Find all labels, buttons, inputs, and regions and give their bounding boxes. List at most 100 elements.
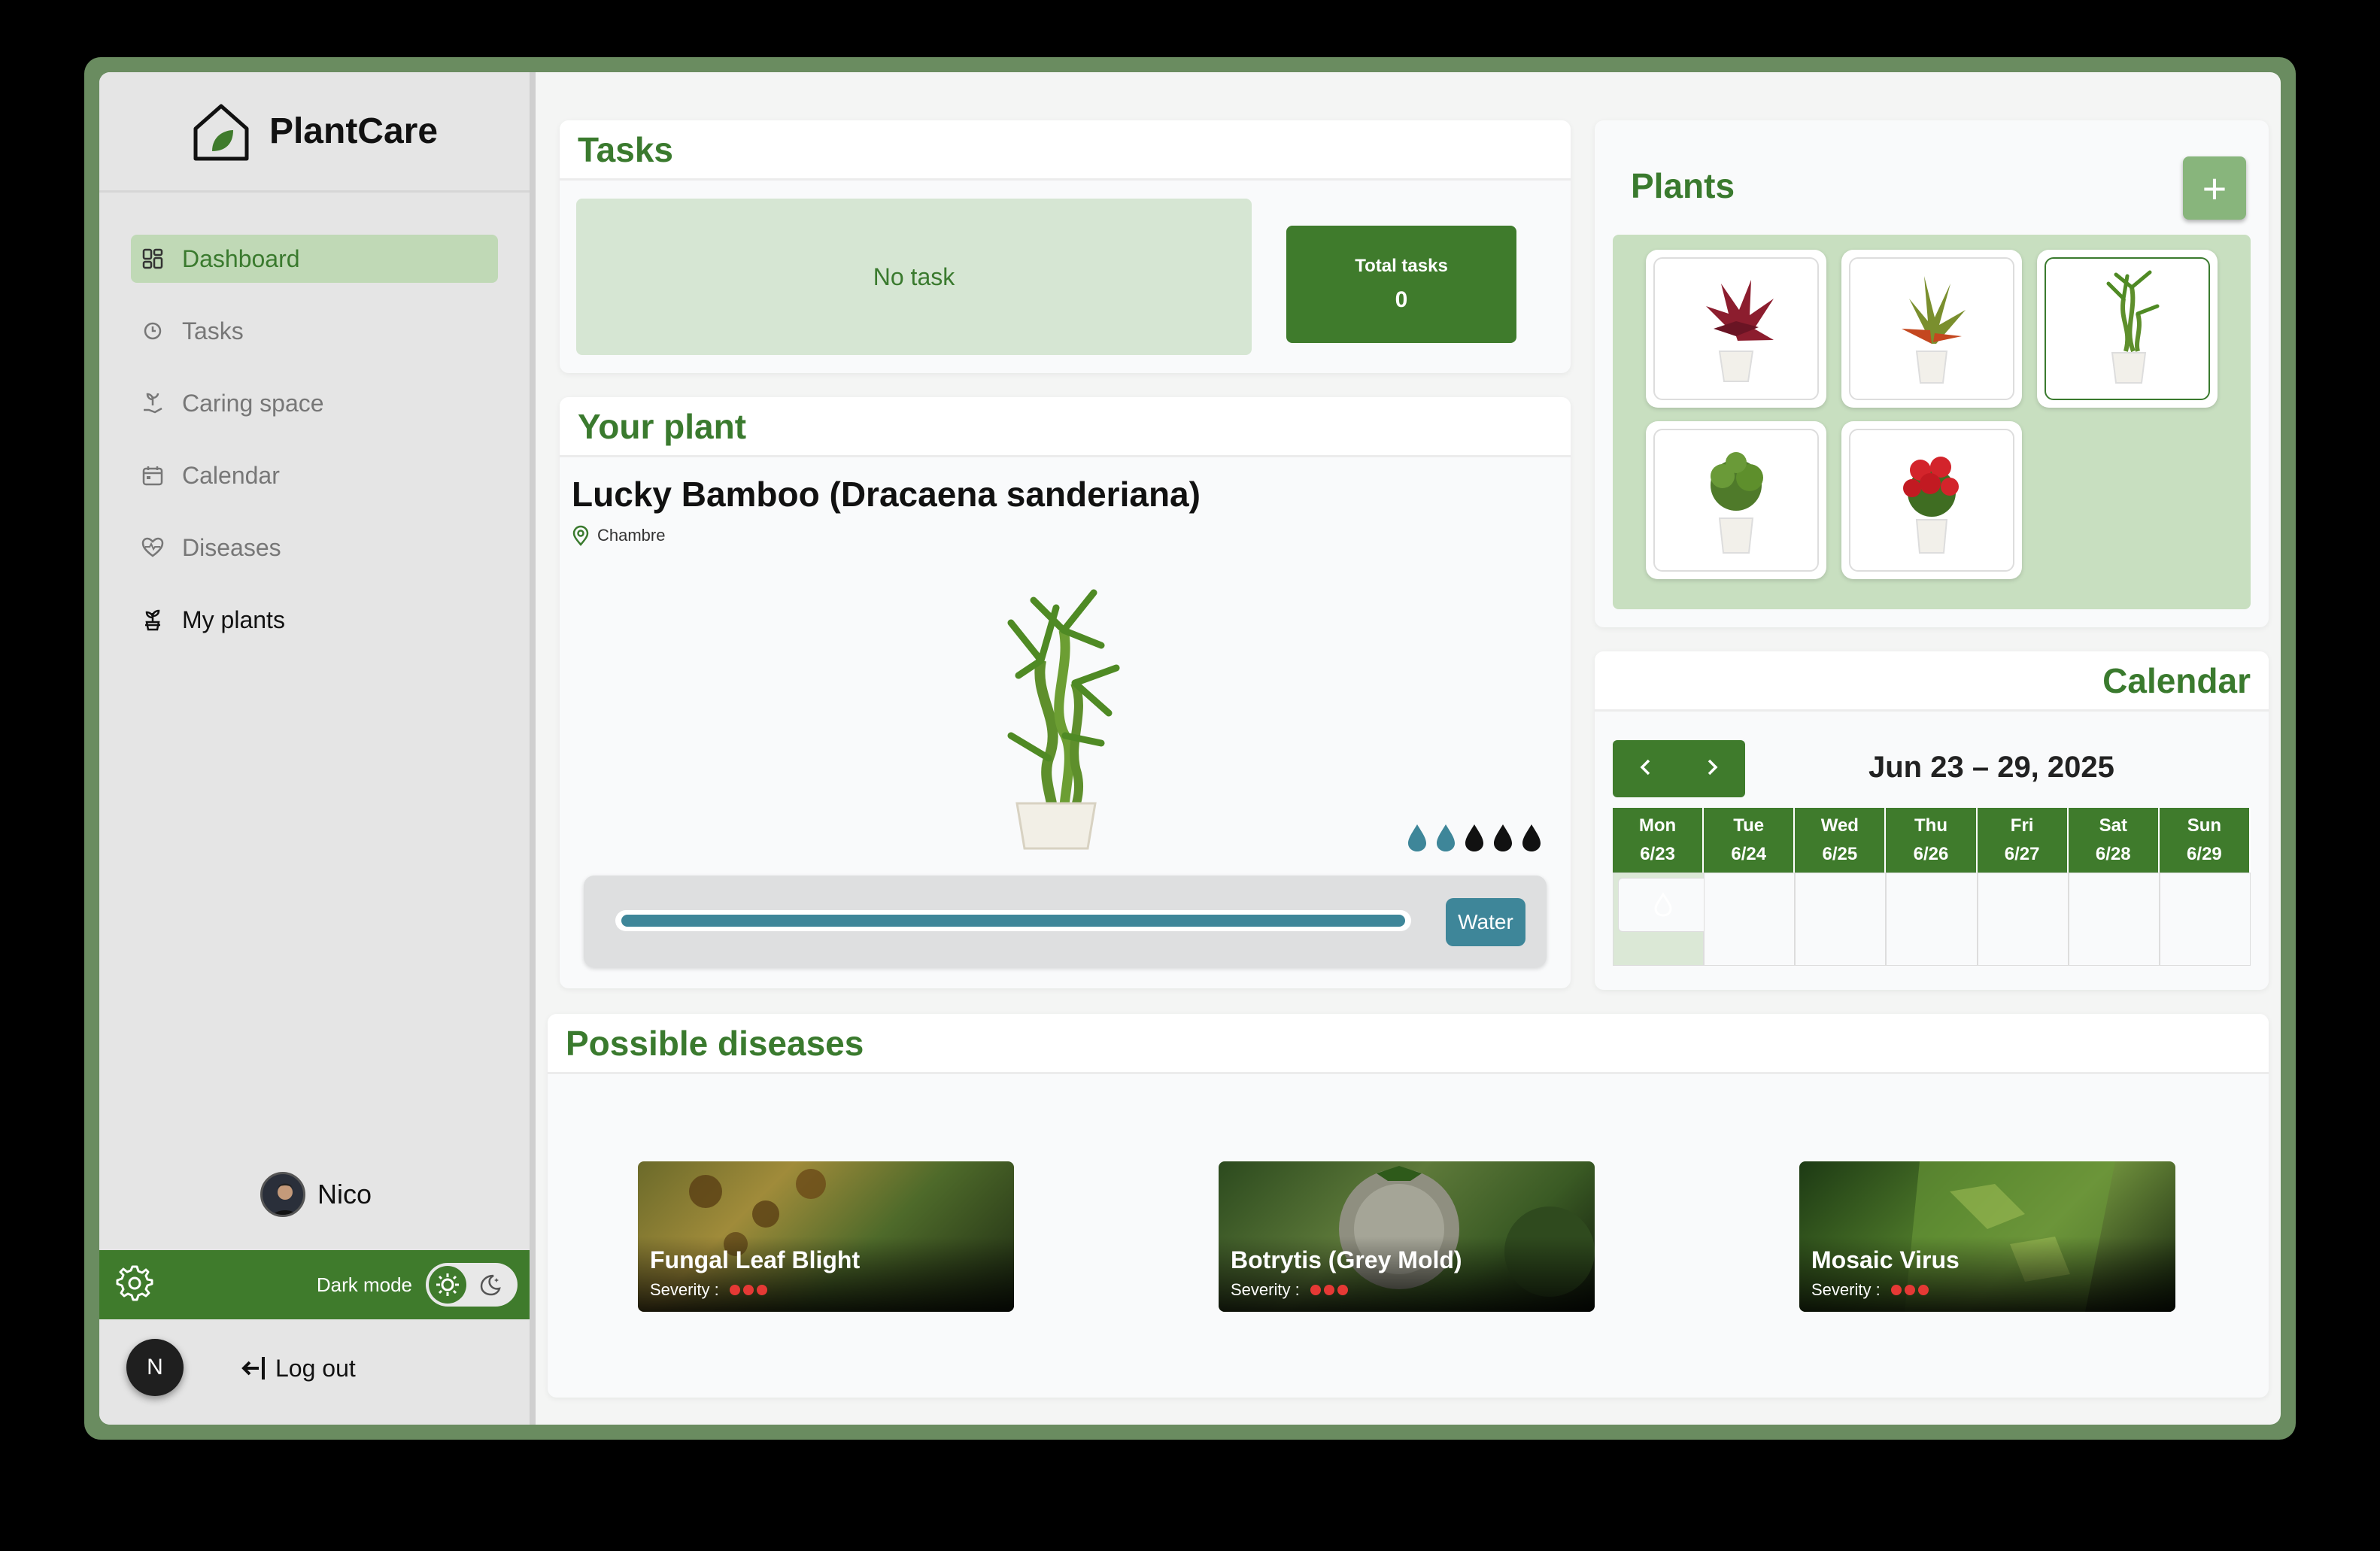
severity-label: Severity : (1811, 1280, 1881, 1299)
chevron-left-icon[interactable] (1635, 756, 1657, 782)
plants-card: Plants + (1595, 120, 2269, 627)
plant-thumb-herb[interactable] (1646, 421, 1826, 579)
disease-card-fungal-leaf-blight[interactable]: Fungal Leaf Blight Severity : (638, 1161, 1014, 1312)
dark-mode-toggle[interactable] (426, 1263, 518, 1307)
location-label: Chambre (597, 526, 666, 545)
sidebar-item-tasks[interactable]: Tasks (131, 307, 498, 355)
dashboard-icon (141, 247, 164, 270)
severity-label: Severity : (650, 1280, 719, 1299)
day-header-mon: Mon 6/23 (1613, 808, 1705, 873)
water-button[interactable]: Water (1446, 898, 1525, 946)
sidebar-item-my-plants[interactable]: My plants (131, 596, 498, 644)
tasks-title: Tasks (560, 120, 1571, 181)
day-cell-tue[interactable] (1704, 873, 1796, 966)
plant-location: Chambre (572, 525, 665, 546)
watering-event[interactable] (1618, 878, 1708, 932)
day-cell-thu[interactable] (1886, 873, 1978, 966)
plant-thumb-coleus[interactable] (1646, 250, 1826, 408)
user-profile[interactable]: Nico (260, 1172, 372, 1217)
account-badge[interactable]: N (126, 1339, 184, 1396)
water-level-indicator (1405, 823, 1544, 853)
sidebar-item-label: My plants (182, 606, 285, 633)
total-tasks-value: 0 (1395, 287, 1408, 312)
water-drop-icon (1654, 892, 1672, 917)
water-drop-icon (1437, 824, 1455, 851)
your-plant-card: Your plant Lucky Bamboo (Dracaena sander… (560, 397, 1571, 988)
day-cell-sun[interactable] (2159, 873, 2251, 966)
app-window: PlantCare Dashboard Tasks Caring space C… (99, 72, 2281, 1425)
water-drop-icon (1465, 824, 1483, 851)
tasks-card: Tasks No task Total tasks 0 (560, 120, 1571, 373)
disease-name: Botrytis (Grey Mold) (1231, 1246, 1462, 1273)
add-plant-button[interactable]: + (2183, 156, 2246, 220)
potted-plant-icon (141, 609, 164, 631)
calendar-body-row (1613, 873, 2251, 966)
calendar-card: Calendar Jun 23 – 29, 2025 Mon 6/23 Tue 6/… (1595, 651, 2269, 990)
total-tasks-box[interactable]: Total tasks 0 (1286, 226, 1516, 343)
day-header-fri: Fri 6/27 (1977, 808, 2069, 873)
brand[interactable]: PlantCare (99, 72, 530, 193)
sidebar-item-diseases[interactable]: Diseases (131, 524, 498, 572)
sidebar-item-label: Tasks (182, 317, 244, 344)
disease-card-botrytis[interactable]: Botrytis (Grey Mold) Severity : (1219, 1161, 1595, 1312)
watering-panel: Water (584, 876, 1547, 967)
diseases-card: Possible diseases Fungal Leaf Blight Sev… (548, 1014, 2269, 1398)
day-cell-fri[interactable] (1977, 873, 2069, 966)
plant-image (1902, 276, 1966, 384)
water-progress-bar (615, 910, 1411, 931)
day-cell-wed[interactable] (1795, 873, 1887, 966)
logout-button[interactable]: Log out (239, 1354, 356, 1383)
plant-thumb-croton[interactable] (1841, 250, 2022, 408)
gear-icon[interactable] (113, 1262, 155, 1308)
your-plant-title: Your plant (560, 397, 1571, 457)
sun-icon[interactable] (429, 1266, 466, 1304)
plant-image (1706, 280, 1774, 382)
water-drop-icon (1494, 824, 1512, 851)
disease-card-mosaic-virus[interactable]: Mosaic Virus Severity : (1799, 1161, 2175, 1312)
water-drop-icon (1522, 824, 1541, 851)
sidebar-item-calendar[interactable]: Calendar (131, 451, 498, 499)
total-tasks-label: Total tasks (1355, 256, 1448, 276)
day-header-sat: Sat 6/28 (2068, 808, 2160, 873)
plants-grid (1613, 235, 2251, 609)
sidebar-item-dashboard[interactable]: Dashboard (131, 235, 498, 283)
plant-thumb-lucky-bamboo[interactable] (2037, 250, 2218, 408)
plant-image (2106, 270, 2160, 384)
dark-mode-label: Dark mode (316, 1273, 412, 1296)
day-header-sun: Sun 6/29 (2159, 808, 2251, 873)
water-drop-icon (1408, 824, 1426, 851)
plant-image (1903, 457, 1959, 554)
day-cell-mon[interactable] (1613, 873, 1708, 966)
location-pin-icon (572, 525, 589, 546)
sidebar: PlantCare Dashboard Tasks Caring space C… (99, 72, 536, 1425)
calendar-range: Jun 23 – 29, 2025 (1868, 751, 2114, 784)
heart-pulse-icon (141, 536, 164, 559)
diseases-title: Possible diseases (548, 1014, 2269, 1074)
dark-mode-bar: Dark mode (99, 1250, 530, 1319)
moon-icon[interactable] (471, 1266, 508, 1304)
sidebar-item-label: Dashboard (182, 244, 300, 272)
plant-thumb-red-flowers[interactable] (1841, 421, 2022, 579)
water-progress-fill (621, 915, 1405, 927)
severity-indicator (729, 1280, 770, 1300)
chevron-right-icon[interactable] (1701, 756, 1723, 782)
plant-image (981, 578, 1131, 860)
severity-label: Severity : (1231, 1280, 1300, 1299)
day-header-thu: Thu 6/26 (1886, 808, 1978, 873)
calendar-week-grid: Mon 6/23 Tue 6/24 Wed 6/25 Thu 6/26 Fri 6/27 … (1613, 808, 2251, 966)
plants-title: Plants (1631, 166, 1735, 205)
day-header-tue: Tue 6/24 (1704, 808, 1796, 873)
severity-indicator (1890, 1280, 1932, 1300)
no-task-placeholder: No task (576, 199, 1252, 355)
day-header-wed: Wed 6/25 (1795, 808, 1887, 873)
plant-image (1711, 452, 1763, 554)
avatar (260, 1172, 305, 1217)
calendar-icon (141, 464, 164, 487)
house-leaf-icon (193, 104, 249, 160)
sidebar-item-label: Diseases (182, 533, 281, 561)
sidebar-item-label: Calendar (182, 461, 280, 489)
disease-name: Fungal Leaf Blight (650, 1246, 861, 1273)
day-cell-sat[interactable] (2068, 873, 2160, 966)
sidebar-nav: Dashboard Tasks Caring space Calendar Di… (131, 235, 498, 668)
sidebar-item-caring-space[interactable]: Caring space (131, 379, 498, 427)
